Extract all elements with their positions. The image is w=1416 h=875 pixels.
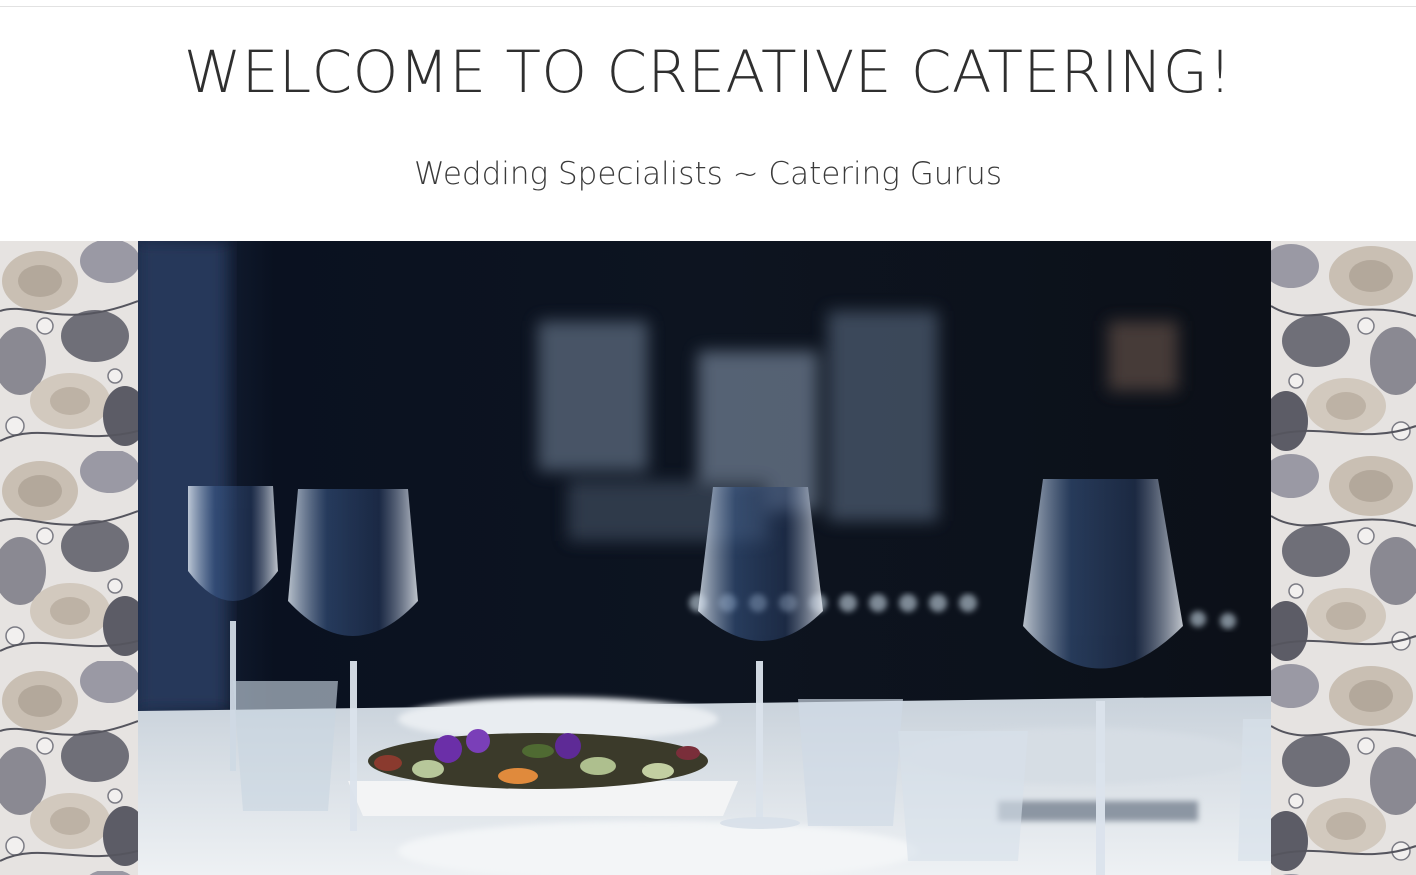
page-tagline: Wedding Specialists ~ Catering Gurus [414,156,1002,192]
floral-pattern-left [0,241,138,875]
page: WELCOME TO CREATIVE CATERING! Wedding Sp… [0,0,1416,875]
hero-photo [138,241,1271,875]
top-divider [0,6,1416,7]
page-title: WELCOME TO CREATIVE CATERING! [183,38,1233,106]
hero-banner [0,241,1416,875]
floral-pattern-right [1271,241,1416,875]
